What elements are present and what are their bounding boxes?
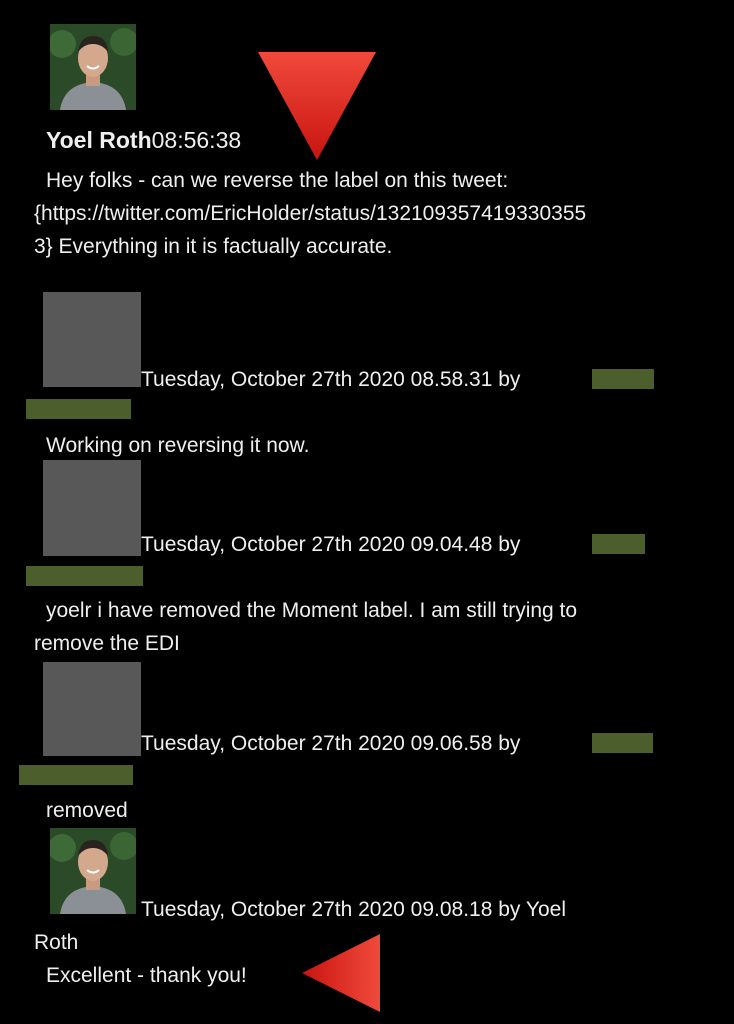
avatar-placeholder	[43, 460, 141, 556]
redaction-box	[592, 733, 653, 753]
avatar-placeholder	[43, 292, 141, 387]
message-timestamp: Tuesday, October 27th 2020 09.08.18 by Y…	[141, 898, 566, 921]
message-time: 08:56:38	[151, 127, 242, 153]
avatar-placeholder	[43, 662, 141, 756]
redaction-box	[19, 765, 133, 785]
message-timestamp: Tuesday, October 27th 2020 09.04.48 by	[141, 533, 521, 556]
red-left-arrow-icon	[300, 932, 382, 1014]
message-text: removed	[46, 799, 128, 822]
message-timestamp-cont: Roth	[34, 931, 79, 954]
avatar-yoel-roth	[50, 828, 136, 914]
author-name: Yoel Roth	[46, 127, 152, 153]
redaction-box	[592, 369, 654, 389]
message-text-cont: remove the EDI	[34, 632, 180, 655]
message-text: Working on reversing it now.	[46, 434, 310, 457]
message-text: Hey folks - can we reverse the label on …	[46, 169, 509, 192]
avatar-portrait	[50, 24, 136, 110]
redaction-box	[26, 399, 131, 419]
message-text: Excellent - thank you!	[46, 964, 247, 987]
message-timestamp: Tuesday, October 27th 2020 08.58.31 by	[141, 368, 521, 391]
avatar-yoel-roth	[50, 24, 136, 110]
message-header: Yoel Roth08:56:38	[46, 124, 241, 157]
message-timestamp: Tuesday, October 27th 2020 09.06.58 by	[141, 732, 521, 755]
message-text-cont: 3} Everything in it is factually accurat…	[34, 235, 393, 258]
message-text: yoelr i have removed the Moment label. I…	[46, 599, 578, 622]
red-down-arrow-icon	[256, 50, 378, 162]
redaction-box	[592, 534, 645, 554]
avatar-portrait	[50, 828, 136, 914]
redaction-box	[26, 566, 143, 586]
tweet-link[interactable]: {https://twitter.com/EricHolder/status/1…	[34, 197, 586, 230]
